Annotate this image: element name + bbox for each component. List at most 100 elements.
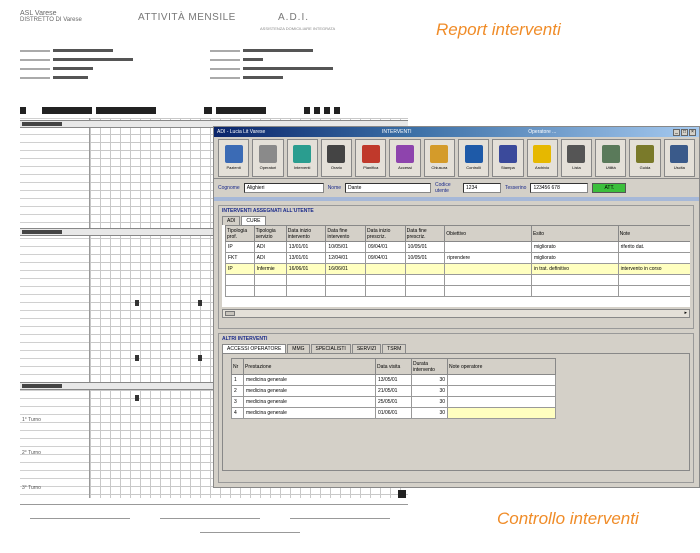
table-cell[interactable]: riferito dat. — [617, 241, 690, 253]
table-cell[interactable]: 16/06/01 — [325, 263, 367, 275]
table-cell[interactable]: riprendere — [444, 252, 532, 264]
table-cell[interactable]: medicina generale — [243, 396, 376, 408]
table-row[interactable]: 1 medicina generale 13/05/01 30 — [231, 374, 556, 386]
table-cell[interactable]: ADI — [253, 241, 287, 253]
horizontal-scrollbar[interactable]: ▸ — [222, 309, 690, 318]
table-cell[interactable]: 4 — [231, 407, 244, 419]
tab-cure[interactable]: CURE — [241, 216, 266, 225]
table-cell[interactable]: 1 — [231, 374, 244, 386]
toolbar-button[interactable]: Pazienti — [218, 138, 250, 177]
table-cell[interactable] — [444, 241, 532, 253]
toolbar-button[interactable]: Archivio — [526, 138, 558, 177]
table-row[interactable]: 3 medicina generale 25/05/01 30 — [231, 396, 556, 408]
table-cell[interactable]: 3 — [231, 396, 244, 408]
title-bar[interactable]: ADI - Lucia Lit Varese INTERVENTI Operat… — [214, 127, 699, 137]
tab-adi[interactable]: ADI — [222, 216, 241, 225]
table-row[interactable]: 2 medicina generale 21/05/01 30 — [231, 385, 556, 397]
table-cell[interactable]: FKT — [225, 252, 255, 264]
column-header[interactable]: Esito — [530, 225, 619, 242]
close-icon[interactable]: × — [689, 128, 696, 136]
toolbar-button[interactable]: Chiusura — [423, 138, 455, 177]
tab-altri[interactable]: ACCESSI OPERATORE — [222, 344, 287, 353]
table-cell[interactable]: 30 — [411, 407, 448, 419]
cognome-field[interactable]: Alighieri — [243, 183, 324, 193]
toolbar-button[interactable]: Pianifica — [355, 138, 387, 177]
codice-field[interactable]: 1234 — [463, 183, 502, 193]
scroll-right-icon[interactable]: ▸ — [684, 310, 687, 316]
table-row[interactable]: FKT ADI 13/01/01 12/04/01 09/04/01 10/05/01 ri… — [225, 252, 690, 264]
column-header[interactable]: Nr — [231, 358, 244, 375]
table-cell[interactable] — [447, 407, 556, 419]
toolbar-button[interactable]: Uscita — [663, 138, 695, 177]
table-cell[interactable]: ADI — [253, 252, 287, 264]
toolbar-button[interactable]: Orario — [320, 138, 353, 177]
table-cell[interactable] — [404, 263, 446, 275]
table-cell[interactable]: 13/01/01 — [285, 252, 327, 264]
table-cell[interactable]: 09/04/01 — [365, 252, 406, 264]
column-header[interactable]: Note operatore — [447, 358, 556, 375]
column-header[interactable]: Tipologia servizio — [253, 225, 287, 242]
table-row[interactable]: IP Infermie 16/06/01 16/06/01 in trat. defin… — [225, 263, 690, 275]
toolbar-button[interactable]: Lista — [560, 138, 593, 177]
table-cell[interactable]: 10/05/01 — [404, 252, 446, 264]
table-cell[interactable]: 01/06/01 — [375, 407, 412, 419]
table-cell[interactable]: 12/04/01 — [325, 252, 367, 264]
scroll-thumb[interactable] — [225, 311, 235, 316]
column-header[interactable]: Note — [617, 225, 690, 242]
table-cell[interactable]: in trat. definitivo — [530, 263, 619, 275]
toolbar-button[interactable]: Controlli — [457, 138, 490, 177]
table-cell[interactable]: IP — [225, 241, 255, 253]
maximize-icon[interactable]: □ — [681, 128, 688, 136]
tesserino-field[interactable]: 123456 678 — [530, 183, 589, 193]
table-cell[interactable]: 10/05/01 — [404, 241, 446, 253]
column-header[interactable]: Data inizio prescriz. — [365, 225, 406, 242]
table-cell[interactable]: migliorato — [530, 241, 619, 253]
table-cell[interactable]: Infermie — [253, 263, 287, 275]
column-header[interactable]: Durata intervento — [411, 358, 448, 375]
table-cell[interactable]: medicina generale — [243, 407, 376, 419]
column-header[interactable]: Tipologia prof. — [225, 225, 255, 242]
toolbar-button[interactable]: Interventi — [286, 138, 318, 177]
toolbar-button[interactable]: Guida — [629, 138, 661, 177]
table-cell[interactable]: 13/05/01 — [375, 374, 412, 386]
table-cell[interactable]: intervento in corso — [617, 263, 690, 275]
column-header[interactable]: Prestazione — [243, 358, 376, 375]
app-window[interactable]: ADI - Lucia Lit Varese INTERVENTI Operat… — [213, 126, 700, 488]
table-cell[interactable]: 2 — [231, 385, 244, 397]
nome-field[interactable]: Dante — [345, 183, 432, 193]
table-cell[interactable]: 21/05/01 — [375, 385, 412, 397]
table-cell[interactable]: migliorato — [530, 252, 619, 264]
tab-altri[interactable]: SERVIZI — [351, 344, 382, 353]
table-cell[interactable] — [447, 396, 556, 408]
column-header[interactable]: Obiettivo — [444, 225, 532, 242]
tab-altri[interactable]: MMG — [287, 344, 310, 353]
table-cell[interactable]: medicina generale — [243, 385, 376, 397]
column-header[interactable]: Data inizio intervento — [285, 225, 327, 242]
tab-altri[interactable]: TSRM — [382, 344, 407, 353]
table-cell[interactable]: 25/05/01 — [375, 396, 412, 408]
table-cell[interactable]: IP — [225, 263, 255, 275]
table-cell[interactable]: 30 — [411, 396, 448, 408]
table-cell[interactable]: 30 — [411, 385, 448, 397]
table-row[interactable]: IP ADI 13/01/01 10/05/01 09/04/01 10/05/01 mig… — [225, 241, 690, 253]
table-cell[interactable] — [617, 252, 690, 264]
column-header[interactable]: Data fine prescriz. — [404, 225, 446, 242]
toolbar-button[interactable]: Stampa — [492, 138, 524, 177]
table-cell[interactable]: 13/01/01 — [285, 241, 327, 253]
table-cell[interactable]: 10/05/01 — [325, 241, 367, 253]
table-cell[interactable]: 09/04/01 — [365, 241, 406, 253]
table-cell[interactable]: medicina generale — [243, 374, 376, 386]
toolbar-button[interactable]: Operatori — [252, 138, 284, 177]
table-cell[interactable]: 30 — [411, 374, 448, 386]
table-cell[interactable] — [365, 263, 406, 275]
tab-altri[interactable]: SPECIALISTI — [310, 344, 351, 353]
table-cell[interactable] — [447, 374, 556, 386]
minimize-icon[interactable]: _ — [673, 128, 680, 136]
column-header[interactable]: Data visita — [375, 358, 412, 375]
column-header[interactable]: Data fine intervento — [325, 225, 367, 242]
toolbar-button[interactable]: Utilità — [595, 138, 627, 177]
table-cell[interactable] — [444, 263, 532, 275]
table-row[interactable]: 4 medicina generale 01/06/01 30 — [231, 407, 556, 419]
toolbar-button[interactable]: Accessi — [389, 138, 421, 177]
table-cell[interactable] — [447, 385, 556, 397]
